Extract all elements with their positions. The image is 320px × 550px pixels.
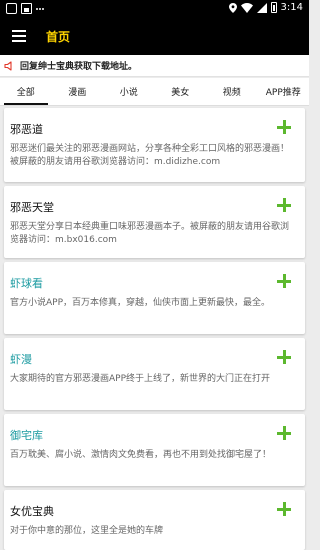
card-description: 邪恶迷们最关注的邪恶漫画网站，分享各种全彩工口风格的邪恶漫画！被屏蔽的朋友请用谷… (10, 144, 290, 167)
tab-all[interactable]: 全部 (0, 78, 52, 105)
page-title: 首页 (46, 29, 71, 44)
tab-comics[interactable]: 漫画 (52, 78, 104, 105)
add-icon[interactable] (277, 198, 291, 212)
list-item[interactable]: 邪恶天堂 邪恶天堂分享日本经典重口味邪恶漫画本子。被屏蔽的朋友请用谷歌浏览器访问… (4, 186, 305, 258)
status-time: 3:14 (280, 2, 303, 13)
notification-more-icon (36, 3, 47, 14)
notification-image-icon (21, 3, 32, 14)
status-bar: 3:14 (0, 0, 309, 17)
tab-beauty[interactable]: 美女 (155, 78, 207, 105)
add-icon[interactable] (277, 350, 291, 364)
card-title: 虾球看 (10, 277, 43, 290)
card-description: 大家期待的官方邪恶漫画APP终于上线了，新世界的大门正在打开 (10, 374, 271, 384)
add-icon[interactable] (277, 274, 291, 288)
battery-icon (270, 2, 277, 13)
tab-videos[interactable]: 视频 (206, 78, 258, 105)
add-icon[interactable] (277, 120, 291, 134)
status-notification-icons (6, 3, 47, 14)
app-bar: 首页 (0, 17, 309, 55)
list-item[interactable]: 御宅库 百万耽美、腐小说、激情肉文免费看，再也不用到处找御宅屋了！ (4, 414, 305, 486)
notice-text: 回复绅士宝典获取下载地址。 (20, 62, 138, 72)
card-description: 对于你中意的那位，这里全是她的车牌 (10, 526, 164, 536)
card-description: 百万耽美、腐小说、激情肉文免费看，再也不用到处找御宅屋了！ (10, 450, 272, 460)
category-tabs: 全部 漫画 小说 美女 视频 APP推荐 (0, 78, 309, 106)
list-item[interactable]: 女优宝典 对于你中意的那位，这里全是她的车牌 (4, 490, 305, 550)
list-item[interactable]: 虾漫 大家期待的官方邪恶漫画APP终于上线了，新世界的大门正在打开 (4, 338, 305, 410)
location-icon (228, 2, 237, 13)
add-icon[interactable] (277, 426, 291, 440)
hamburger-menu-icon[interactable] (0, 17, 46, 55)
speaker-icon (4, 60, 12, 71)
status-system-icons: 3:14 (228, 2, 303, 13)
card-title: 虾漫 (10, 353, 32, 366)
list-item[interactable]: 邪恶道 邪恶迷们最关注的邪恶漫画网站，分享各种全彩工口风格的邪恶漫画！被屏蔽的朋… (4, 108, 305, 182)
wifi-icon (240, 2, 253, 13)
card-title: 邪恶天堂 (10, 201, 54, 214)
card-description: 邪恶天堂分享日本经典重口味邪恶漫画本子。被屏蔽的朋友请用谷歌浏览器访问：m.bx… (10, 222, 290, 245)
notice-banner[interactable]: 回复绅士宝典获取下载地址。 (0, 55, 309, 77)
card-description: 官方小说APP，百万本修真，穿越，仙侠市面上更新最快，最全。 (10, 298, 271, 308)
tab-novels[interactable]: 小说 (103, 78, 155, 105)
list-item[interactable]: 虾球看 官方小说APP，百万本修真，穿越，仙侠市面上更新最快，最全。 (4, 262, 305, 334)
card-title: 女优宝典 (10, 505, 54, 518)
card-title: 邪恶道 (10, 123, 43, 136)
notification-app-icon (6, 3, 17, 14)
tab-app-recommend[interactable]: APP推荐 (258, 78, 310, 105)
add-icon[interactable] (277, 502, 291, 516)
signal-icon (256, 2, 267, 13)
card-title: 御宅库 (10, 429, 43, 442)
